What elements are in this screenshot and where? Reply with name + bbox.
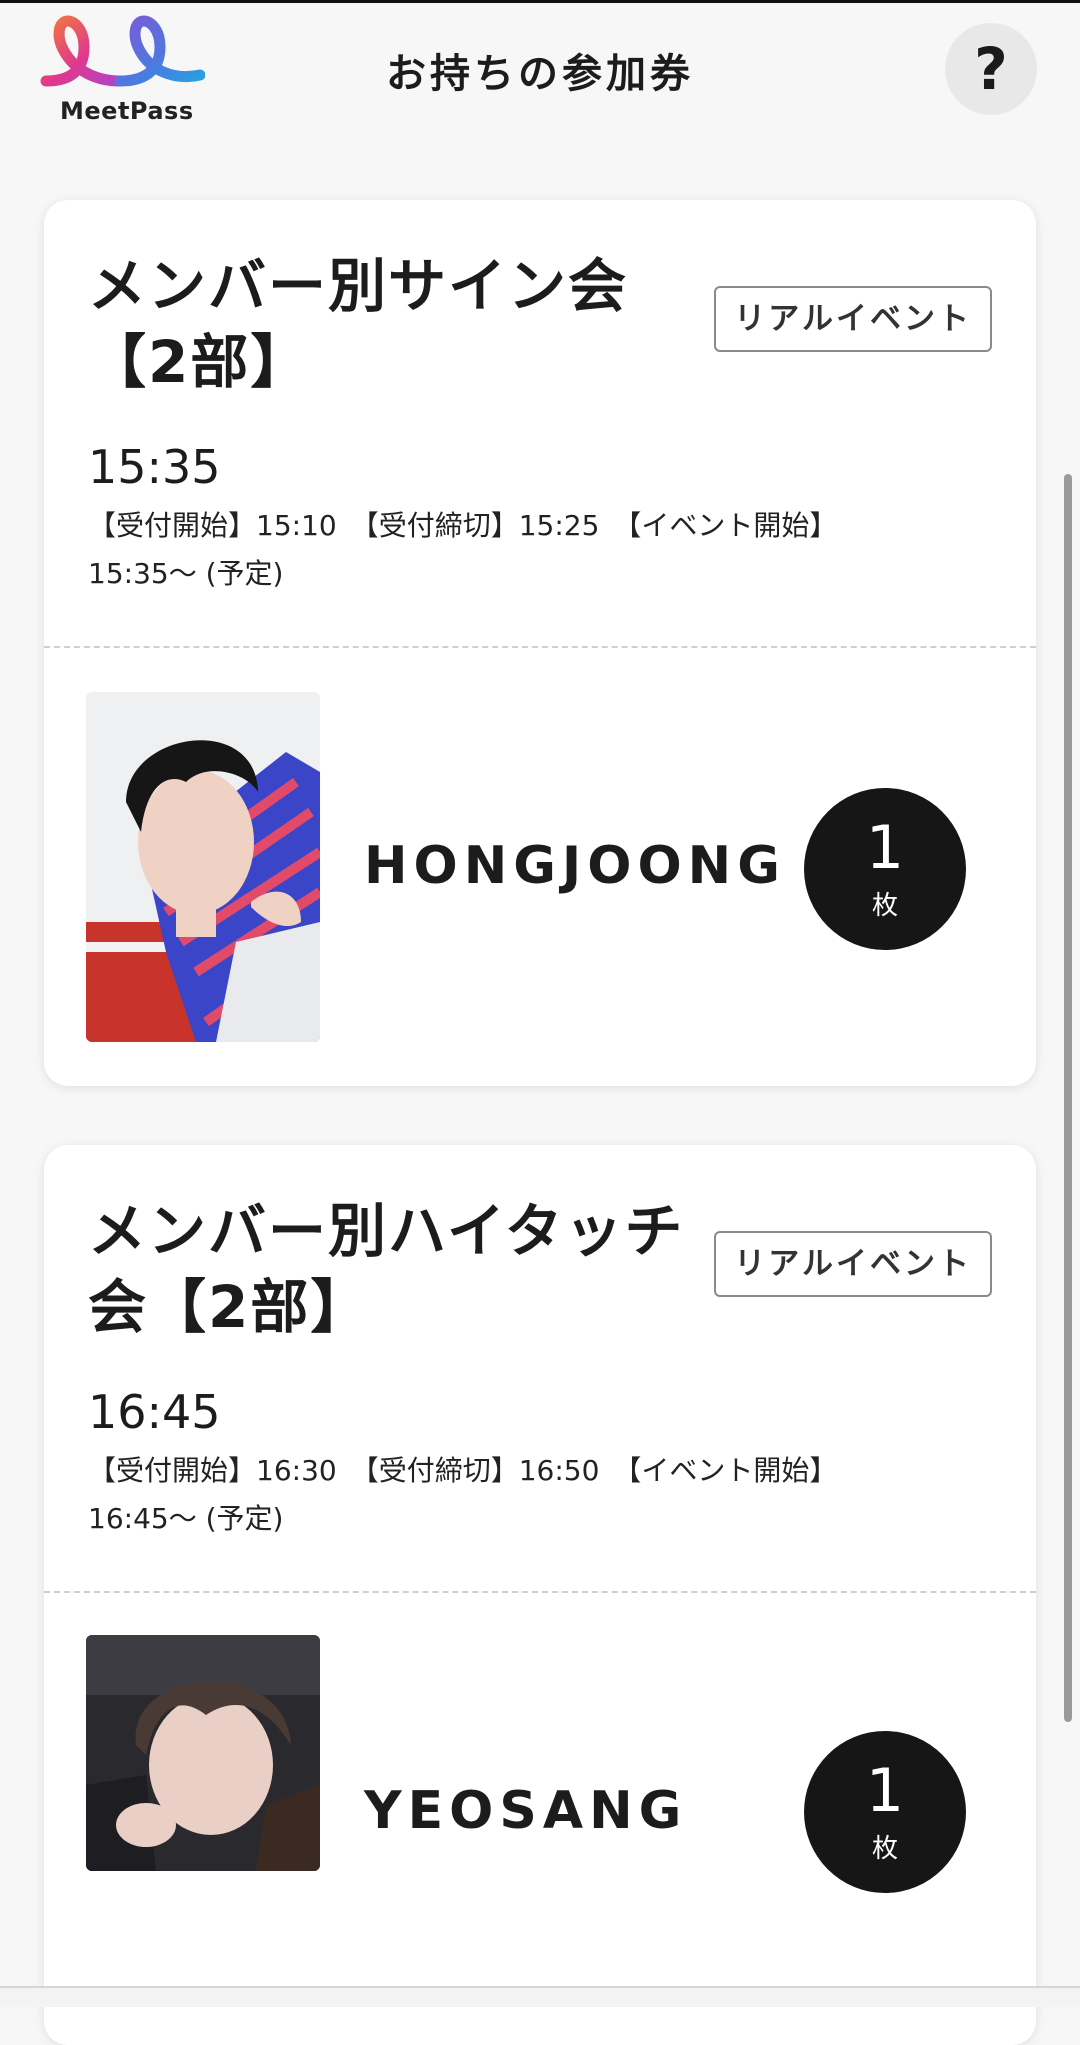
event-title-line: 会【2部】	[88, 1273, 371, 1341]
schedule-line: 15:35〜 (予定)	[88, 557, 284, 590]
event-type-badge: リアルイベント	[714, 286, 992, 352]
ticket-count: 1	[865, 1756, 905, 1826]
ticket-count-badge: 1 枚	[804, 788, 966, 950]
event-time: 16:45	[88, 1385, 221, 1439]
ticket-card[interactable]: メンバー別ハイタッチ 会【2部】 リアルイベント 16:45 【受付開始】16:…	[44, 1145, 1036, 2045]
event-title: メンバー別ハイタッチ 会【2部】	[88, 1193, 708, 1345]
member-name: YEOSANG	[364, 1781, 688, 1841]
event-time: 15:35	[88, 440, 221, 494]
ticket-count-unit: 枚	[871, 891, 898, 921]
logo-text: MeetPass	[60, 97, 194, 125]
event-title-line: 【2部】	[88, 328, 311, 396]
member-name: HONGJOONG	[364, 836, 786, 896]
event-title-line: メンバー別ハイタッチ	[88, 1197, 685, 1265]
ticket-count-unit: 枚	[871, 1834, 898, 1864]
ticket-card[interactable]: メンバー別サイン会 【2部】 リアルイベント 15:35 【受付開始】15:10…	[44, 200, 1036, 1086]
member-photo-image	[86, 692, 320, 1042]
member-photo	[86, 692, 320, 1042]
event-title-line: メンバー別サイン会	[88, 252, 629, 320]
event-type-badge: リアルイベント	[714, 1231, 992, 1297]
schedule-line: 16:45〜 (予定)	[88, 1502, 284, 1535]
member-photo-image	[86, 1635, 320, 1871]
event-schedule-detail: 【受付開始】15:10 【受付締切】15:25 【イベント開始】 15:35〜 …	[88, 502, 988, 598]
page-title: お持ちの参加券	[386, 51, 694, 97]
member-photo	[86, 1635, 320, 1871]
bottom-bar	[0, 1986, 1080, 2007]
schedule-line: 【受付開始】15:10 【受付締切】15:25 【イベント開始】	[88, 509, 838, 542]
event-schedule-detail: 【受付開始】16:30 【受付締切】16:50 【イベント開始】 16:45〜 …	[88, 1447, 988, 1543]
help-button[interactable]: ?	[945, 23, 1037, 115]
event-title: メンバー別サイン会 【2部】	[88, 248, 708, 400]
dashed-divider	[44, 1591, 1036, 1593]
scrollbar[interactable]	[1064, 474, 1072, 1722]
schedule-line: 【受付開始】16:30 【受付締切】16:50 【イベント開始】	[88, 1454, 838, 1487]
app-header: MeetPass お持ちの参加券 ?	[0, 3, 1080, 133]
ticket-count: 1	[865, 813, 905, 883]
ticket-count-badge: 1 枚	[804, 1731, 966, 1893]
dashed-divider	[44, 646, 1036, 648]
